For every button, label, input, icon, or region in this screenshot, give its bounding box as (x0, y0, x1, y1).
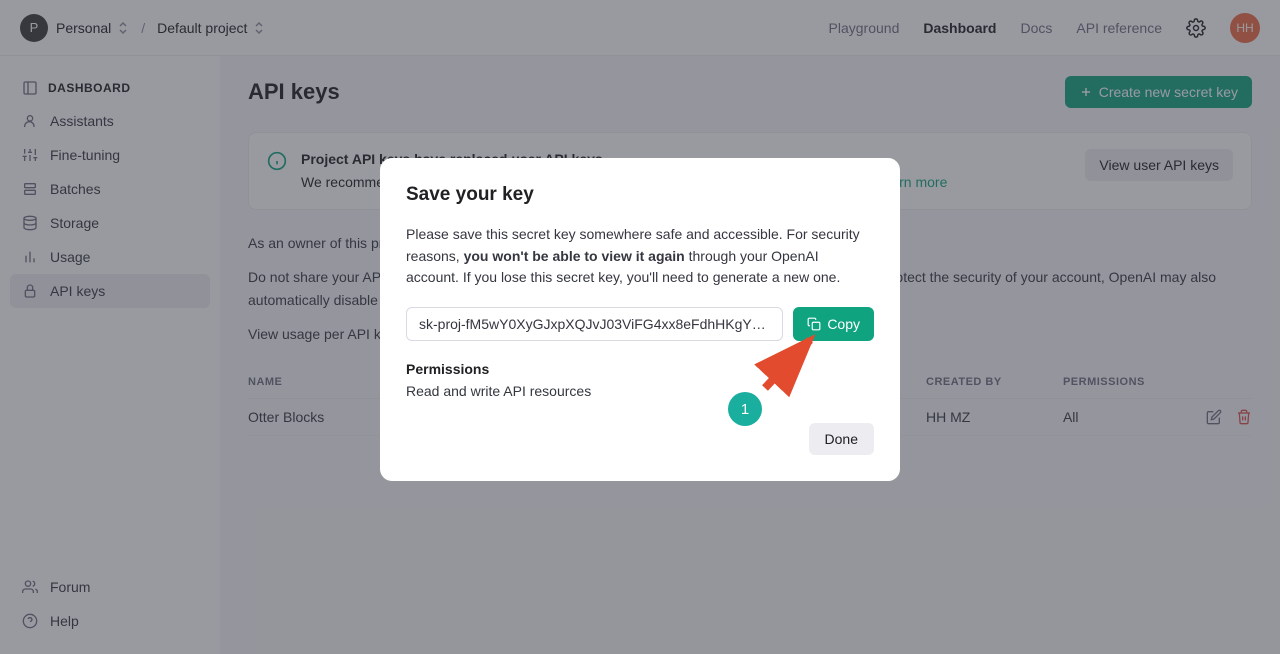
done-button[interactable]: Done (809, 423, 874, 455)
copy-label: Copy (827, 316, 860, 332)
modal-desc-bold: you won't be able to view it again (464, 248, 685, 264)
copy-button[interactable]: Copy (793, 307, 874, 341)
modal-title: Save your key (406, 184, 874, 206)
permissions-text: Read and write API resources (406, 383, 874, 399)
permissions-heading: Permissions (406, 361, 874, 377)
modal-description: Please save this secret key somewhere sa… (406, 224, 874, 289)
modal-footer: Done (406, 423, 874, 455)
modal-overlay[interactable]: Save your key Please save this secret ke… (0, 0, 1280, 654)
secret-key-input[interactable] (406, 307, 783, 341)
copy-icon (807, 317, 821, 331)
save-key-modal: Save your key Please save this secret ke… (380, 158, 900, 481)
key-row: Copy (406, 307, 874, 341)
